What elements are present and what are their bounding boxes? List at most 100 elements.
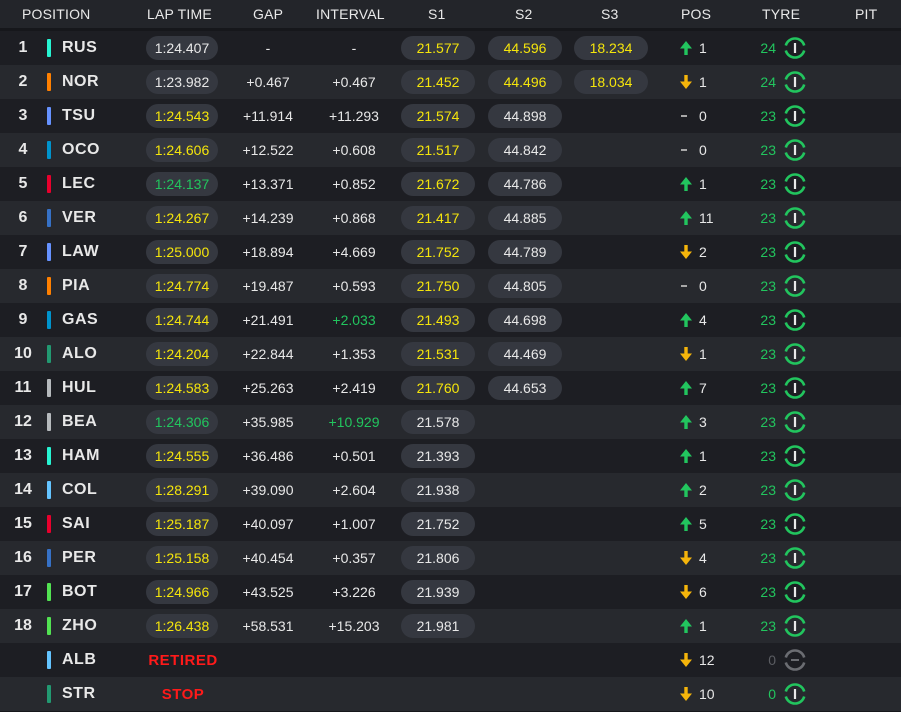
arrow-up-icon: [679, 40, 693, 56]
table-row[interactable]: 5 LEC 1:24.137 +13.371 +0.852 21.672 44.786 1 23: [0, 167, 901, 201]
sector-1: 21.493: [401, 308, 475, 332]
gap-value: +40.097: [242, 516, 294, 532]
table-row[interactable]: 11 HUL 1:24.583 +25.263 +2.419 21.760 44.653 7 2…: [0, 371, 901, 405]
position-change: 6: [699, 584, 707, 600]
table-row[interactable]: 7 LAW 1:25.000 +18.894 +4.669 21.752 44.789 2 23: [0, 235, 901, 269]
driver-code[interactable]: PER: [62, 541, 96, 575]
table-row[interactable]: 12 BEA 1:24.306 +35.985 +10.929 21.578 3 23: [0, 405, 901, 439]
tyre-compound-icon[interactable]: [783, 682, 807, 706]
table-row[interactable]: 10 ALO 1:24.204 +22.844 +1.353 21.531 44.469 1 2…: [0, 337, 901, 371]
sector-1: 21.752: [401, 512, 475, 536]
tyre-compound-icon[interactable]: [783, 342, 807, 366]
table-row[interactable]: 15 SAI 1:25.187 +40.097 +1.007 21.752 5 23: [0, 507, 901, 541]
driver-code[interactable]: COL: [62, 473, 97, 507]
driver-code[interactable]: STR: [62, 677, 96, 711]
table-row[interactable]: 8 PIA 1:24.774 +19.487 +0.593 21.750 44.805 0 23: [0, 269, 901, 303]
table-row[interactable]: 17 BOT 1:24.966 +43.525 +3.226 21.939 6 23: [0, 575, 901, 609]
arrow-up-icon: [679, 176, 693, 192]
tyre-compound-icon[interactable]: [783, 206, 807, 230]
driver-code[interactable]: NOR: [62, 65, 99, 99]
header-s1[interactable]: S1: [428, 0, 446, 28]
interval-value: +10.929: [328, 414, 380, 430]
sector-1: 21.806: [401, 546, 475, 570]
header-lap-time[interactable]: LAP TIME: [147, 0, 212, 28]
tyre-compound-icon[interactable]: [783, 376, 807, 400]
header-gap[interactable]: GAP: [253, 0, 283, 28]
header-interval[interactable]: INTERVAL: [316, 0, 385, 28]
tyre-compound-icon[interactable]: [783, 308, 807, 332]
header-pit[interactable]: PIT: [855, 0, 877, 28]
sector-3: 18.034: [574, 70, 648, 94]
interval-value: +2.033: [332, 312, 376, 328]
header-position[interactable]: POSITION: [22, 0, 91, 28]
tyre-laps: 0: [768, 652, 776, 668]
position-change: 3: [699, 414, 707, 430]
tyre-compound-icon[interactable]: [783, 546, 807, 570]
driver-code[interactable]: ZHO: [62, 609, 97, 643]
lap-time: 1:24.744: [146, 308, 218, 332]
driver-code[interactable]: GAS: [62, 303, 98, 337]
driver-code[interactable]: OCO: [62, 133, 100, 167]
table-row[interactable]: STR STOP 10 0: [0, 677, 901, 711]
driver-code[interactable]: TSU: [62, 99, 96, 133]
driver-code[interactable]: BEA: [62, 405, 97, 439]
driver-code[interactable]: SAI: [62, 507, 90, 541]
sector-1: 21.672: [401, 172, 475, 196]
table-row[interactable]: 16 PER 1:25.158 +40.454 +0.357 21.806 4 23: [0, 541, 901, 575]
table-row[interactable]: 18 ZHO 1:26.438 +58.531 +15.203 21.981 1 23: [0, 609, 901, 643]
team-color-bar: [47, 107, 51, 125]
arrow-down-icon: [679, 346, 693, 362]
driver-code[interactable]: RUS: [62, 31, 97, 65]
tyre-compound-icon[interactable]: [783, 478, 807, 502]
table-row[interactable]: 2 NOR 1:23.982 +0.467 +0.467 21.452 44.496 18.0…: [0, 65, 901, 99]
header-s3[interactable]: S3: [601, 0, 619, 28]
table-row[interactable]: 4 OCO 1:24.606 +12.522 +0.608 21.517 44.842 0 23: [0, 133, 901, 167]
interval-value: +2.419: [332, 380, 376, 396]
tyre-compound-icon[interactable]: [783, 240, 807, 264]
tyre-compound-icon[interactable]: [783, 580, 807, 604]
interval-value: -: [351, 40, 357, 56]
tyre-compound-icon[interactable]: [783, 138, 807, 162]
tyre-compound-icon[interactable]: [783, 410, 807, 434]
table-row[interactable]: 6 VER 1:24.267 +14.239 +0.868 21.417 44.885 11 2…: [0, 201, 901, 235]
table-row[interactable]: 1 RUS 1:24.407 - - 21.577 44.596 18.234 1 24: [0, 31, 901, 65]
table-row[interactable]: 3 TSU 1:24.543 +11.914 +11.293 21.574 44.898 0 2…: [0, 99, 901, 133]
tyre-compound-icon[interactable]: [783, 172, 807, 196]
table-row[interactable]: 14 COL 1:28.291 +39.090 +2.604 21.938 2 23: [0, 473, 901, 507]
tyre-compound-icon[interactable]: [783, 274, 807, 298]
table-row[interactable]: 13 HAM 1:24.555 +36.486 +0.501 21.393 1 23: [0, 439, 901, 473]
table-row[interactable]: 9 GAS 1:24.744 +21.491 +2.033 21.493 44.698 4 23: [0, 303, 901, 337]
driver-code[interactable]: HUL: [62, 371, 96, 405]
team-color-bar: [47, 515, 51, 533]
tyre-compound-icon[interactable]: [783, 444, 807, 468]
tyre-laps: 23: [760, 142, 776, 158]
driver-code[interactable]: LEC: [62, 167, 96, 201]
tyre-laps: 23: [760, 448, 776, 464]
tyre-compound-icon[interactable]: [783, 648, 807, 672]
driver-code[interactable]: LAW: [62, 235, 99, 269]
gap-value: +21.491: [242, 312, 294, 328]
driver-code[interactable]: BOT: [62, 575, 97, 609]
driver-code[interactable]: ALO: [62, 337, 97, 371]
tyre-compound-icon[interactable]: [783, 104, 807, 128]
header-tyre[interactable]: TYRE: [762, 0, 800, 28]
header-s2[interactable]: S2: [515, 0, 533, 28]
lap-time: 1:24.306: [146, 410, 218, 434]
sector-2: 44.698: [488, 308, 562, 332]
driver-code[interactable]: VER: [62, 201, 96, 235]
table-row[interactable]: ALB RETIRED 12 0: [0, 643, 901, 677]
tyre-compound-icon[interactable]: [783, 70, 807, 94]
tyre-compound-icon[interactable]: [783, 512, 807, 536]
driver-code[interactable]: PIA: [62, 269, 90, 303]
tyre-compound-icon[interactable]: [783, 614, 807, 638]
driver-code[interactable]: ALB: [62, 643, 96, 677]
gap-value: -: [265, 40, 271, 56]
sector-1: 21.938: [401, 478, 475, 502]
position-change: 1: [699, 176, 707, 192]
tyre-laps: 23: [760, 550, 776, 566]
team-color-bar: [47, 277, 51, 295]
driver-code[interactable]: HAM: [62, 439, 100, 473]
tyre-compound-icon[interactable]: [783, 36, 807, 60]
header-pos[interactable]: POS: [681, 0, 711, 28]
team-color-bar: [47, 243, 51, 261]
